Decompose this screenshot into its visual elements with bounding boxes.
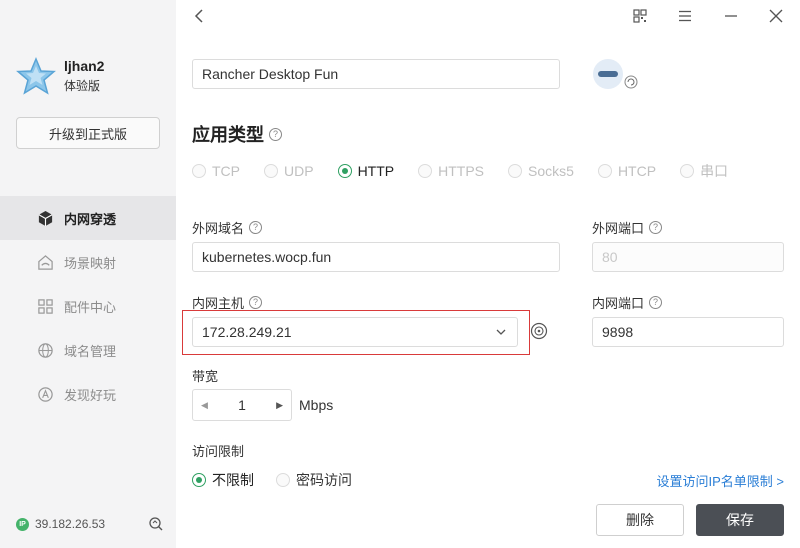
bandwidth-label: 带宽 (192, 369, 219, 384)
radio-dot (192, 473, 206, 487)
bandwidth-value[interactable]: 1 (238, 397, 246, 413)
external-port-input[interactable]: 80 (592, 242, 784, 272)
public-ip: 39.182.26.53 (35, 517, 106, 531)
sidebar-item-scene-mapping[interactable]: 场景映射 (0, 240, 176, 284)
bandwidth-unit: Mbps (299, 397, 334, 413)
app-type-title: 应用类型 ? (192, 121, 282, 147)
minimize-icon[interactable] (723, 8, 739, 24)
chevron-down-icon (496, 329, 506, 335)
edition-label: 体验版 (64, 79, 101, 93)
external-port-label-text: 外网端口 (592, 221, 645, 236)
external-domain-label-text: 外网域名 (192, 221, 245, 236)
grid-icon (36, 297, 54, 315)
username: ljhan2 (64, 58, 105, 74)
radio-label: HTTPS (438, 163, 485, 179)
radio-dot (276, 473, 290, 487)
close-icon[interactable] (768, 8, 784, 24)
access-limit-label: 访问限制 (192, 444, 245, 459)
protocol-radio-tcp[interactable]: TCP (192, 163, 240, 179)
cube-icon (36, 209, 54, 227)
bandwidth-stepper[interactable]: ◀ 1 ▶ (192, 389, 292, 421)
sidebar-footer: IP 39.182.26.53 (16, 516, 164, 532)
app-logo-icon[interactable] (590, 58, 640, 92)
radio-label: 串口 (700, 163, 729, 179)
protocol-radio-htcp[interactable]: HTCP (597, 163, 657, 179)
app-name-input[interactable]: Rancher Desktop Fun (192, 59, 560, 89)
sidebar-item-intranet[interactable]: 内网穿透 (0, 196, 176, 240)
radio-dot (508, 164, 523, 178)
radio-label: Socks5 (528, 163, 574, 179)
menu-icon[interactable] (677, 8, 693, 24)
protocol-radio-socks5[interactable]: Socks5 (508, 163, 574, 179)
sidebar-item-label: 场景映射 (64, 255, 117, 271)
ip-icon: IP (16, 517, 29, 531)
sidebar-item-domain[interactable]: 域名管理 (0, 328, 176, 372)
radio-label: 密码访问 (296, 472, 352, 488)
radio-dot (192, 164, 206, 178)
help-icon[interactable]: ? (649, 296, 663, 309)
internal-host-value: 172.28.249.21 (202, 324, 292, 340)
internal-port-label: 内网端口 ? (592, 293, 663, 312)
sidebar-item-accessories[interactable]: 配件中心 (0, 284, 176, 328)
sidebar-item-label: 内网穿透 (64, 211, 117, 227)
help-icon[interactable]: ? (649, 221, 663, 234)
sidebar-item-label: 域名管理 (64, 343, 117, 359)
house-icon (36, 253, 54, 271)
radio-dot (418, 164, 433, 178)
external-domain-label: 外网域名 ? (192, 218, 263, 237)
star-avatar-icon (16, 57, 56, 95)
protocol-radio-http[interactable]: HTTP (337, 163, 395, 179)
qrcode-icon[interactable] (632, 8, 648, 24)
radio-label: 不限制 (212, 472, 254, 488)
protocol-radio-serial[interactable]: 串口 (680, 161, 728, 181)
app-type-title-text: 应用类型 (192, 125, 264, 145)
radio-label: HTCP (617, 163, 657, 179)
external-domain-input[interactable]: kubernetes.wocp.fun (192, 242, 560, 272)
protocol-radio-https[interactable]: HTTPS (418, 163, 484, 179)
delete-button[interactable]: 删除 (596, 504, 684, 536)
decrement-icon[interactable]: ◀ (201, 400, 208, 411)
sidebar-item-label: 发现好玩 (64, 387, 117, 403)
sidebar-item-discover[interactable]: 发现好玩 (0, 372, 176, 416)
increment-icon[interactable]: ▶ (276, 400, 283, 411)
help-icon[interactable]: ? (249, 296, 263, 309)
radio-dot (680, 164, 695, 178)
protocol-radio-udp[interactable]: UDP (264, 163, 314, 179)
internal-port-input[interactable]: 9898 (592, 317, 784, 347)
access-radio-unlimited[interactable]: 不限制 (192, 470, 254, 490)
help-icon[interactable]: ? (249, 221, 263, 234)
internal-host-select[interactable]: 172.28.249.21 (192, 317, 518, 347)
upgrade-button[interactable]: 升级到正式版 (16, 117, 160, 149)
access-radio-password[interactable]: 密码访问 (276, 470, 352, 490)
radio-dot (597, 164, 612, 178)
sidebar-nav: 内网穿透 场景映射 配件中心 域名管理 发现好玩 (0, 196, 176, 416)
radio-label: TCP (212, 163, 240, 179)
ip-list-link[interactable]: 设置访问IP名单限制 > (657, 471, 785, 490)
internal-port-label-text: 内网端口 (592, 296, 645, 311)
globe-icon (36, 341, 54, 359)
user-profile: ljhan2 体验版 (16, 56, 104, 96)
back-icon[interactable] (192, 8, 208, 24)
compass-icon (36, 385, 54, 403)
radio-dot (264, 164, 278, 178)
protocol-radio-group: TCP UDP HTTP HTTPS Socks5 HTCP 串口 (192, 161, 752, 181)
scan-radar-icon[interactable] (530, 322, 548, 340)
radio-label: UDP (284, 163, 314, 179)
radio-label: HTTP (357, 163, 395, 179)
help-icon[interactable]: ? (269, 127, 282, 141)
access-radio-group: 不限制 密码访问 (192, 470, 374, 490)
radio-dot (337, 164, 352, 178)
save-button[interactable]: 保存 (696, 504, 784, 536)
sidebar: ljhan2 体验版 升级到正式版 内网穿透 场景映射 配件中心 域名管理 发现… (0, 0, 176, 548)
search-refresh-icon[interactable] (148, 516, 164, 532)
sidebar-item-label: 配件中心 (64, 299, 117, 315)
external-port-label: 外网端口 ? (592, 218, 663, 237)
